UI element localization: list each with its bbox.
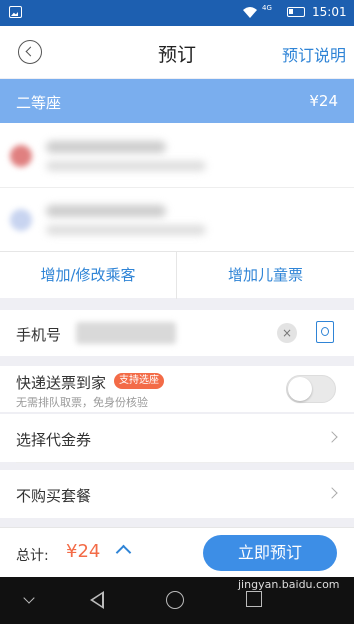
passenger-list — [0, 123, 354, 251]
voucher-row[interactable]: 选择代金券 — [0, 414, 354, 462]
system-back-icon[interactable] — [90, 591, 104, 609]
phone-label: 手机号 — [16, 326, 62, 344]
system-recent-icon[interactable] — [246, 591, 262, 607]
chevron-right-icon — [326, 487, 338, 499]
passenger-row[interactable] — [0, 187, 354, 251]
add-edit-passenger-button[interactable]: 增加/修改乘客 — [0, 252, 177, 299]
passenger-name-blurred — [46, 141, 166, 153]
network-type-label: 4G — [262, 4, 272, 12]
seat-class-name: 二等座 — [16, 94, 62, 112]
nav-bar: 预订 预订说明 — [0, 26, 354, 78]
passenger-id-blurred — [46, 161, 206, 171]
hide-keyboard-icon[interactable] — [23, 592, 35, 604]
passenger-avatar — [10, 209, 32, 231]
voucher-label: 选择代金券 — [16, 431, 92, 449]
system-home-icon[interactable] — [166, 591, 184, 609]
wifi-icon — [243, 7, 257, 18]
total-label: 总计: — [16, 548, 49, 564]
contacts-icon[interactable] — [316, 321, 334, 343]
delivery-row: 快递送票到家 支持选座 无需排队取票，免身份核验 — [0, 366, 354, 412]
seat-selection-badge: 支持选座 — [114, 373, 164, 389]
chevron-right-icon — [326, 431, 338, 443]
bottom-bar: 总计: ¥24 立即预订 — [0, 527, 354, 577]
phone-row: 手机号 × — [0, 310, 354, 356]
passenger-actions: 增加/修改乘客 增加儿童票 — [0, 251, 354, 299]
passenger-id-blurred — [46, 225, 206, 235]
delivery-toggle[interactable] — [286, 375, 336, 403]
package-row[interactable]: 不购买套餐 — [0, 470, 354, 518]
booking-info-link[interactable]: 预订说明 — [282, 42, 346, 66]
clear-icon[interactable]: × — [277, 323, 297, 343]
package-label: 不购买套餐 — [16, 487, 92, 505]
chevron-up-icon[interactable] — [115, 544, 132, 561]
seat-class-bar[interactable]: 二等座 ¥24 — [0, 79, 354, 123]
watermark: jingyan.baidu.com — [238, 578, 340, 591]
passenger-row[interactable] — [0, 123, 354, 187]
passenger-avatar — [10, 145, 32, 167]
delivery-subtitle: 无需排队取票，免身份核验 — [16, 396, 148, 409]
book-now-button[interactable]: 立即预订 — [203, 535, 337, 571]
add-child-ticket-button[interactable]: 增加儿童票 — [177, 252, 354, 299]
status-bar: 4G 15:01 — [0, 0, 354, 26]
delivery-title: 快递送票到家 — [16, 374, 107, 392]
battery-icon — [287, 7, 305, 17]
seat-price: ¥24 — [309, 92, 338, 110]
passenger-name-blurred — [46, 205, 166, 217]
status-time: 15:01 — [312, 5, 347, 19]
image-notification-icon — [9, 6, 22, 18]
divider — [16, 462, 354, 463]
phone-input[interactable] — [76, 322, 176, 344]
total-price: ¥24 — [66, 541, 101, 562]
